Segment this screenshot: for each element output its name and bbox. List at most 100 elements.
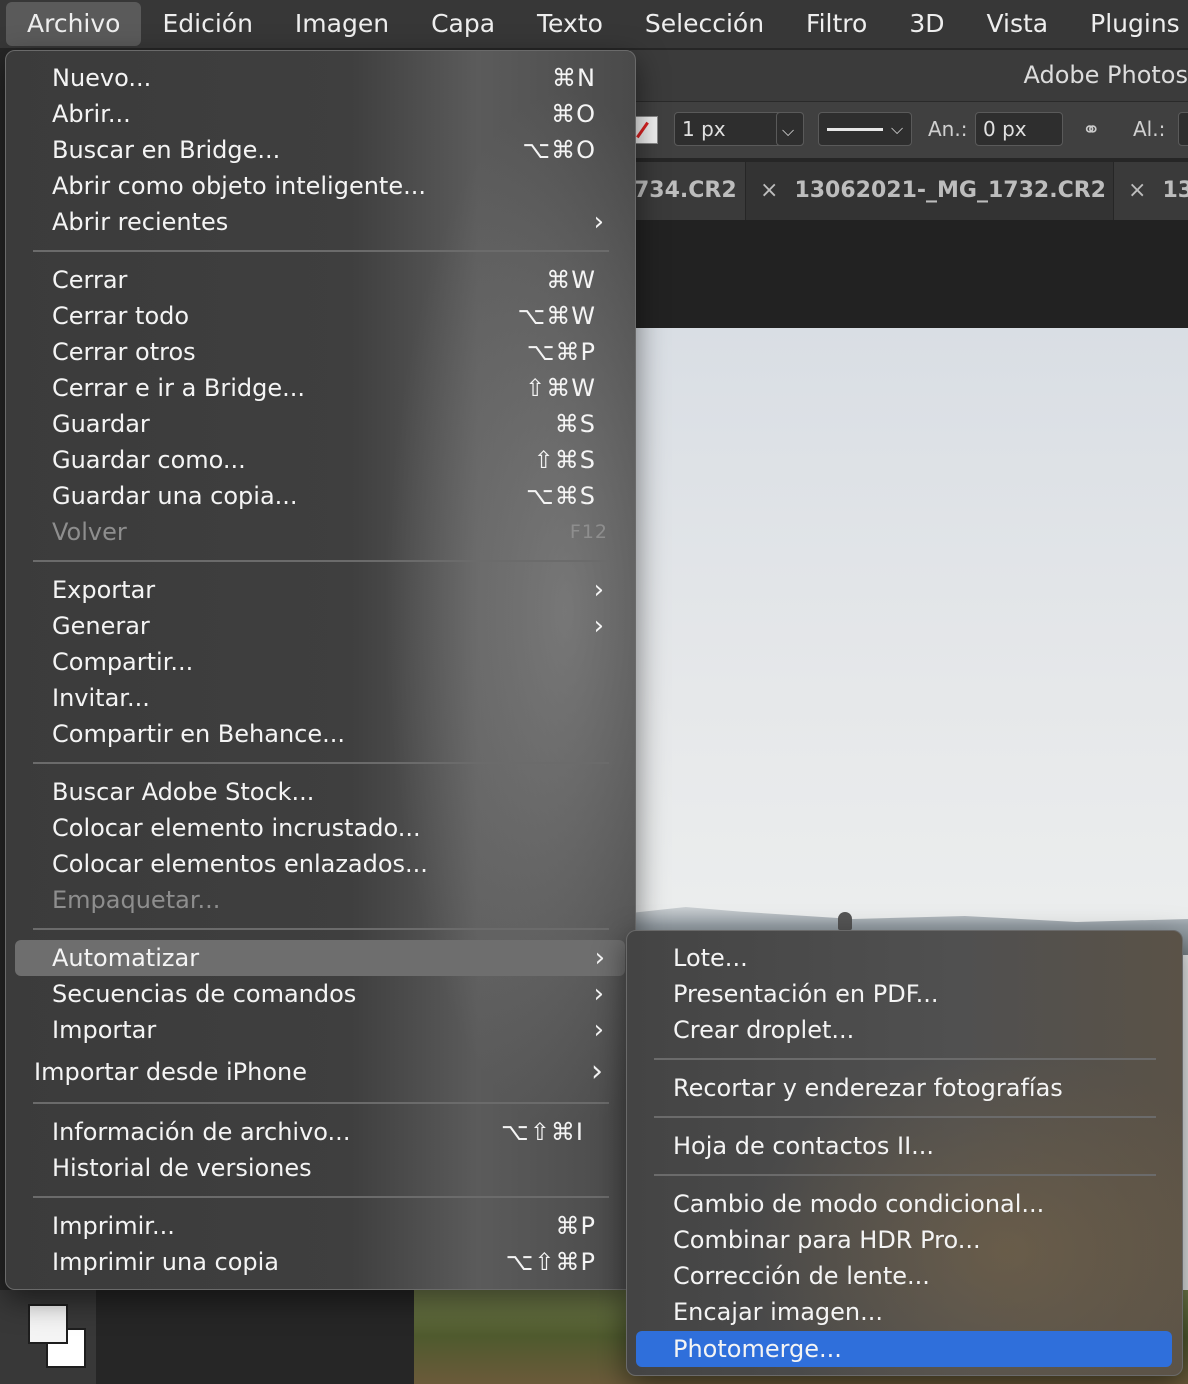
menu-item-label: Importar [52, 1016, 157, 1044]
menu-item-exportar[interactable]: Exportar › [52, 572, 604, 608]
menu-item-hdr-pro[interactable]: Combinar para HDR Pro... [673, 1222, 1153, 1258]
foreground-color-swatch[interactable] [28, 1304, 68, 1344]
tools-panel [0, 1290, 96, 1384]
menu-separator [654, 1116, 1156, 1118]
menu-archivo[interactable]: Archivo [6, 2, 142, 46]
menu-item-shortcut: ⌘N [552, 64, 596, 92]
menu-imagen[interactable]: Imagen [274, 2, 410, 46]
menu-item-invitar[interactable]: Invitar... [52, 680, 596, 716]
app-title-bar: Adobe Photos [630, 50, 1188, 102]
chevron-right-icon: › [593, 575, 604, 605]
menu-item-guardar[interactable]: Guardar ⌘S [52, 406, 596, 442]
link-icon[interactable]: ⚭ [1082, 118, 1100, 143]
menu-item-importar[interactable]: Importar › [52, 1012, 604, 1048]
menu-filtro[interactable]: Filtro [785, 2, 888, 46]
menu-item-nuevo[interactable]: Nuevo... ⌘N [52, 60, 596, 96]
menu-item-cambio-modo[interactable]: Cambio de modo condicional... [673, 1186, 1153, 1222]
menu-item-guardar-copia[interactable]: Guardar una copia... ⌥⌘S [52, 478, 596, 514]
options-bar: 1 px ⌵ ⌵ An.: 0 px ⚭ Al.: [630, 102, 1188, 158]
menu-item-shortcut: F12 [569, 521, 608, 543]
menu-item-cerrar-otros[interactable]: Cerrar otros ⌥⌘P [52, 334, 596, 370]
menu-item-lote[interactable]: Lote... [673, 940, 1153, 976]
side-panel [96, 1290, 414, 1384]
menu-item-abrir[interactable]: Abrir... ⌘O [52, 96, 596, 132]
menu-item-shortcut: ⌘W [546, 266, 596, 294]
width-input[interactable]: 0 px [975, 112, 1063, 146]
menu-item-label: Historial de versiones [52, 1154, 312, 1182]
tab-name: 13062021-_MG_1732.CR2 [794, 178, 1106, 203]
chevron-right-icon: › [593, 207, 604, 237]
chevron-down-icon: ⌵ [782, 121, 795, 140]
menu-item-compartir[interactable]: Compartir... [52, 644, 596, 680]
menu-item-generar[interactable]: Generar › [52, 608, 604, 644]
menu-3d[interactable]: 3D [888, 2, 965, 46]
menu-item-abrir-inteligente[interactable]: Abrir como objeto inteligente... [52, 168, 596, 204]
menu-item-colocar-incrustado[interactable]: Colocar elemento incrustado... [52, 810, 596, 846]
menu-item-importar-iphone[interactable]: Importar desde iPhone › [34, 1054, 603, 1090]
menu-item-label: Cambio de modo condicional... [673, 1190, 1045, 1218]
chevron-right-icon: › [591, 1054, 603, 1089]
menu-item-label: Abrir recientes [52, 208, 229, 236]
menu-item-label: Guardar [52, 410, 150, 438]
tab-name: 13 [1162, 178, 1188, 203]
close-icon[interactable]: × [1128, 178, 1146, 203]
menu-item-colocar-enlazados[interactable]: Colocar elementos enlazados... [52, 846, 596, 882]
menu-item-automatizar[interactable]: Automatizar › [15, 940, 625, 976]
menu-item-shortcut: ⌘S [554, 410, 596, 438]
height-input[interactable] [1178, 112, 1188, 146]
width-value: 0 px [983, 117, 1027, 141]
menu-item-informacion[interactable]: Información de archivo... ⌥⇧⌘I [52, 1114, 584, 1150]
menu-separator [33, 250, 609, 252]
menu-item-shortcut: ⌘O [551, 100, 596, 128]
menu-item-label: Encajar imagen... [673, 1298, 883, 1326]
menu-capa[interactable]: Capa [410, 2, 516, 46]
menu-item-imprimir-copia[interactable]: Imprimir una copia ⌥⇧⌘P [52, 1244, 596, 1280]
menu-item-shortcut: ⌥⌘O [522, 136, 596, 164]
chevron-right-icon: › [593, 611, 604, 641]
menu-item-label: Compartir en Behance... [52, 720, 346, 748]
menu-item-label: Abrir... [52, 100, 131, 128]
menu-item-hoja-contactos[interactable]: Hoja de contactos II... [673, 1128, 1153, 1164]
menu-texto[interactable]: Texto [516, 2, 624, 46]
menu-item-label: Cerrar otros [52, 338, 196, 366]
menu-item-label: Imprimir una copia [52, 1248, 280, 1276]
menu-item-buscar-bridge[interactable]: Buscar en Bridge... ⌥⌘O [52, 132, 596, 168]
close-icon[interactable]: × [760, 178, 778, 203]
stroke-style-dropdown[interactable]: ⌵ [818, 112, 912, 146]
menu-item-behance[interactable]: Compartir en Behance... [52, 716, 596, 752]
menu-item-label: Importar desde iPhone [34, 1058, 307, 1086]
menu-item-correccion-lente[interactable]: Corrección de lente... [673, 1258, 1153, 1294]
menu-item-shortcut: ⇧⌘W [525, 374, 596, 402]
menu-item-adobe-stock[interactable]: Buscar Adobe Stock... [52, 774, 596, 810]
menu-item-photomerge[interactable]: Photomerge... [636, 1331, 1172, 1367]
menu-item-abrir-recientes[interactable]: Abrir recientes › [52, 204, 604, 240]
app-title: Adobe Photos [1023, 61, 1188, 89]
menu-item-empaquetar: Empaquetar... [52, 882, 596, 918]
menu-item-label: Hoja de contactos II... [673, 1132, 935, 1160]
document-tabs: 734.CR2 × 13062021-_MG_1732.CR2 × 13 [630, 162, 1188, 220]
menu-item-guardar-como[interactable]: Guardar como... ⇧⌘S [52, 442, 596, 478]
document-tab[interactable]: × 13 [1114, 162, 1188, 220]
menu-item-label: Automatizar [52, 944, 200, 972]
menu-item-encajar-imagen[interactable]: Encajar imagen... [673, 1294, 1153, 1330]
stroke-width-dropdown[interactable]: ⌵ [776, 112, 804, 146]
menu-vista[interactable]: Vista [965, 2, 1069, 46]
menu-item-presentacion-pdf[interactable]: Presentación en PDF... [673, 976, 1153, 1012]
document-tab[interactable]: × 13062021-_MG_1732.CR2 [746, 162, 1114, 220]
menu-item-cerrar[interactable]: Cerrar ⌘W [52, 262, 596, 298]
menu-item-cerrar-bridge[interactable]: Cerrar e ir a Bridge... ⇧⌘W [52, 370, 596, 406]
menu-item-historial[interactable]: Historial de versiones [52, 1150, 596, 1186]
menu-item-secuencias[interactable]: Secuencias de comandos › [52, 976, 604, 1012]
menu-item-cerrar-todo[interactable]: Cerrar todo ⌥⌘W [52, 298, 596, 334]
document-tab[interactable]: 734.CR2 [630, 162, 746, 220]
menu-plugins[interactable]: Plugins [1069, 2, 1188, 46]
menu-separator [33, 762, 609, 764]
menu-item-label: Guardar una copia... [52, 482, 298, 510]
menu-seleccion[interactable]: Selección [624, 2, 785, 46]
menu-item-label: Lote... [673, 944, 748, 972]
menu-item-imprimir[interactable]: Imprimir... ⌘P [52, 1208, 596, 1244]
menu-item-crear-droplet[interactable]: Crear droplet... [673, 1012, 1153, 1048]
menu-separator [654, 1174, 1156, 1176]
menu-item-recortar-enderezar[interactable]: Recortar y enderezar fotografías [673, 1070, 1153, 1106]
menu-edicion[interactable]: Edición [141, 2, 273, 46]
